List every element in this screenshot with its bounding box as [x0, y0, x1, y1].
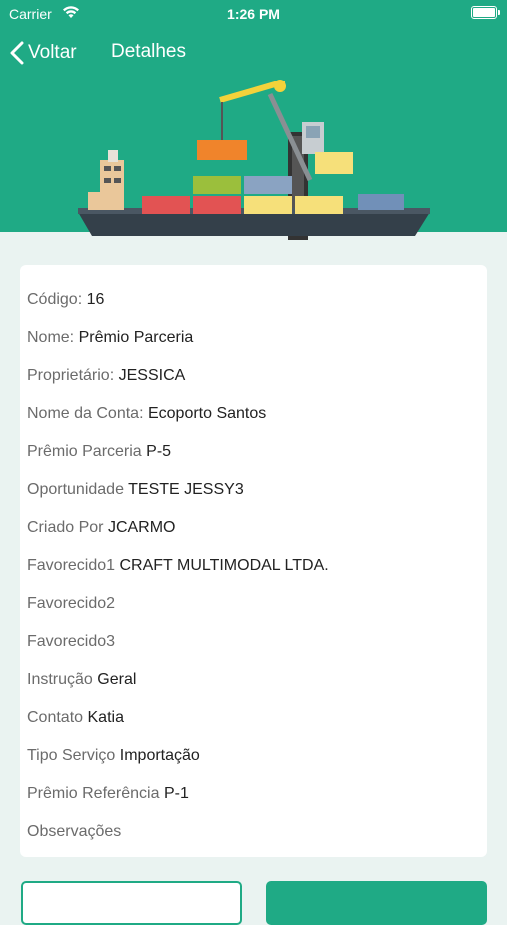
- secondary-action-button[interactable]: [21, 881, 242, 925]
- detail-row-nome: Nome: Prêmio Parceria: [27, 329, 193, 347]
- detail-label: Favorecido1: [27, 557, 116, 574]
- detail-row-tipo-servico: Tipo Serviço Importação: [27, 747, 200, 765]
- detail-label: Código:: [27, 291, 83, 308]
- detail-value: 16: [86, 291, 105, 308]
- detail-row-codigo: Código: 16: [27, 291, 104, 309]
- detail-row-criado-por: Criado Por JCARMO: [27, 519, 176, 537]
- detail-value: Importação: [119, 747, 200, 764]
- detail-value: Prêmio Parceria: [78, 329, 194, 346]
- detail-label: Prêmio Parceria: [27, 443, 142, 460]
- header-banner: Voltar Detalhes: [0, 28, 507, 240]
- detail-label: Criado Por: [27, 519, 104, 536]
- primary-action-button[interactable]: [266, 881, 487, 925]
- detail-row-premio-referencia: Prêmio Referência P-1: [27, 785, 189, 803]
- detail-row-contato: Contato Katia: [27, 709, 124, 727]
- status-bar: Carrier 1:26 PM: [0, 0, 507, 28]
- detail-label: Nome:: [27, 329, 75, 346]
- details-card: Código: 16 Nome: Prêmio Parceria Proprie…: [20, 265, 487, 857]
- detail-row-favorecido2: Favorecido2: [27, 595, 115, 613]
- detail-label: Instrução: [27, 671, 93, 688]
- detail-label: Observações: [27, 823, 122, 840]
- chevron-left-icon: [10, 41, 24, 65]
- detail-value: CRAFT MULTIMODAL LTDA.: [119, 557, 329, 574]
- back-label: Voltar: [28, 42, 77, 63]
- clock: 1:26 PM: [227, 6, 280, 22]
- detail-row-proprietario: Proprietário: JESSICA: [27, 367, 185, 385]
- detail-label: Oportunidade: [27, 481, 124, 498]
- battery-icon: [471, 6, 500, 19]
- page-title: Detalhes: [111, 41, 186, 62]
- detail-label: Favorecido2: [27, 595, 116, 612]
- detail-row-instrucao: Instrução Geral: [27, 671, 136, 689]
- detail-label: Tipo Serviço: [27, 747, 116, 764]
- detail-value: JESSICA: [118, 367, 186, 384]
- detail-label: Favorecido3: [27, 633, 116, 650]
- detail-value: JCARMO: [107, 519, 176, 536]
- detail-row-observacoes: Observações: [27, 823, 121, 841]
- detail-value: Ecoporto Santos: [147, 405, 267, 422]
- detail-label: Prêmio Referência: [27, 785, 160, 802]
- detail-value: P-5: [146, 443, 172, 460]
- detail-label: Contato: [27, 709, 84, 726]
- detail-value: Katia: [87, 709, 124, 726]
- detail-value: TESTE JESSY3: [128, 481, 244, 498]
- detail-label: Proprietário:: [27, 367, 115, 384]
- detail-row-favorecido1: Favorecido1 CRAFT MULTIMODAL LTDA.: [27, 557, 329, 575]
- detail-label: Nome da Conta:: [27, 405, 144, 422]
- detail-value: Geral: [97, 671, 137, 688]
- detail-row-oportunidade: Oportunidade TESTE JESSY3: [27, 481, 244, 499]
- detail-row-premio-parceria: Prêmio Parceria P-5: [27, 443, 171, 461]
- cargo-ship-illustration: [78, 80, 430, 240]
- detail-value: P-1: [163, 785, 189, 802]
- back-button[interactable]: Voltar: [10, 38, 77, 68]
- detail-row-nome-conta: Nome da Conta: Ecoporto Santos: [27, 405, 266, 423]
- detail-row-favorecido3: Favorecido3: [27, 633, 115, 651]
